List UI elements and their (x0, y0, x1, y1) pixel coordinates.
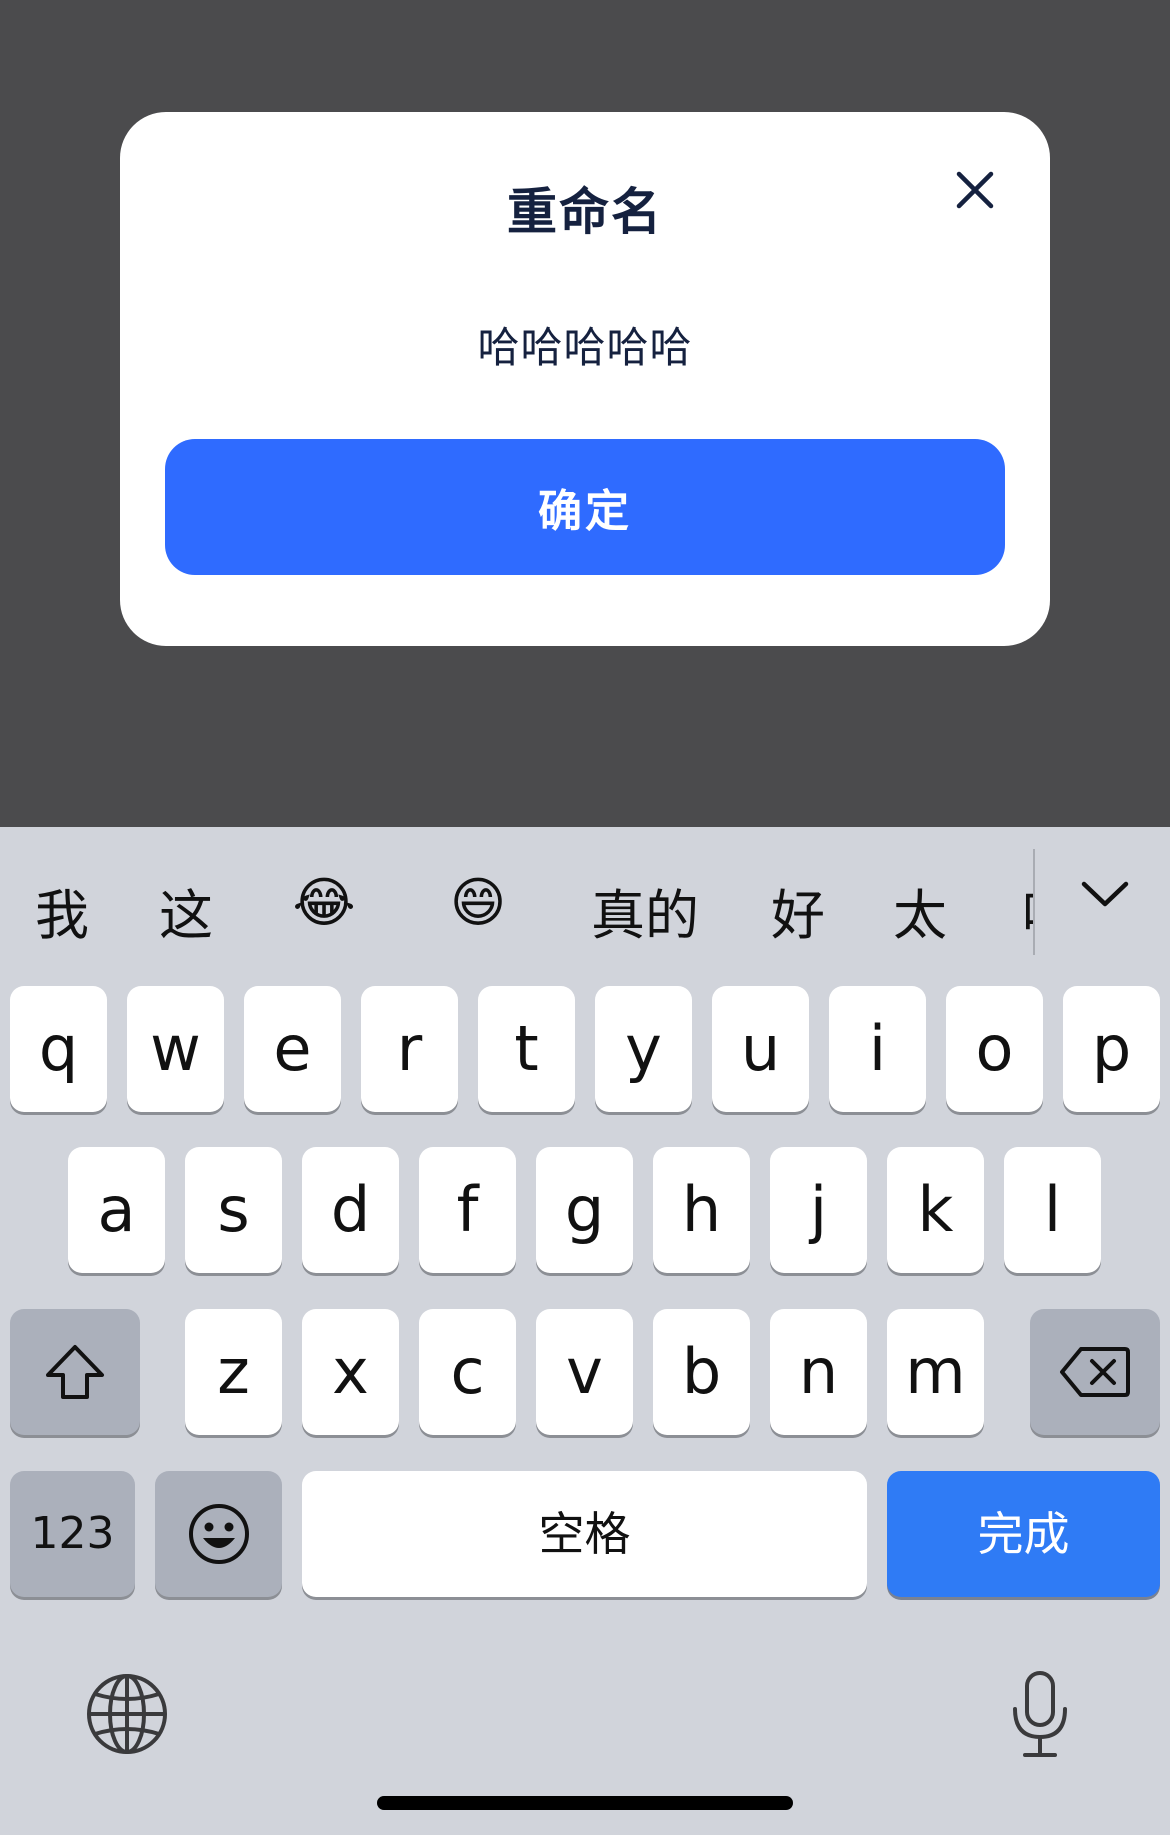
suggestion-item[interactable]: 😄 (450, 871, 506, 934)
key-label: e (273, 1012, 312, 1085)
key-label: i (868, 1012, 887, 1085)
key-a[interactable]: a (68, 1147, 165, 1273)
confirm-button[interactable]: 确定 (165, 439, 1005, 575)
suggestion-clip: 哈 (1015, 827, 1033, 977)
key-label: b (681, 1335, 722, 1408)
rename-input[interactable]: 哈哈哈哈哈 (120, 314, 1050, 375)
key-o[interactable]: o (946, 986, 1043, 1112)
key-c[interactable]: c (419, 1309, 516, 1435)
key-label: 完成 (977, 1507, 1070, 1561)
rename-dialog: 重命名 哈哈哈哈哈 确定 (120, 112, 1050, 646)
key-label: v (566, 1335, 603, 1408)
key-label: r (396, 1012, 423, 1085)
globe-button[interactable] (82, 1669, 172, 1759)
key-e[interactable]: e (244, 986, 341, 1112)
key-label: 空格 (538, 1507, 631, 1561)
key-label: p (1091, 1012, 1132, 1085)
key-b[interactable]: b (653, 1309, 750, 1435)
key-f[interactable]: f (419, 1147, 516, 1273)
key-z[interactable]: z (185, 1309, 282, 1435)
key-label: a (97, 1173, 136, 1246)
key-label: w (150, 1012, 201, 1085)
key-n[interactable]: n (770, 1309, 867, 1435)
suggestion-item[interactable]: 我 (35, 871, 89, 950)
key-label: t (514, 1012, 539, 1085)
key-d[interactable]: d (302, 1147, 399, 1273)
suggestion-item[interactable]: 😂 (292, 871, 355, 934)
shift-icon (46, 1345, 104, 1399)
key-i[interactable]: i (829, 986, 926, 1112)
suggestion-bar: 我 这 😂 😄 真的 好 太 哈 (0, 827, 1170, 977)
key-label: q (38, 1012, 79, 1085)
backspace-icon (1060, 1347, 1130, 1397)
emoji-key[interactable] (155, 1471, 282, 1597)
key-r[interactable]: r (361, 986, 458, 1112)
key-label: h (681, 1173, 722, 1246)
key-label: u (740, 1012, 781, 1085)
key-label: 123 (30, 1508, 115, 1559)
delete-key[interactable] (1030, 1309, 1160, 1435)
done-key[interactable]: 完成 (887, 1471, 1160, 1597)
shift-key[interactable] (10, 1309, 140, 1435)
space-key[interactable]: 空格 (302, 1471, 867, 1597)
keyboard: 我 这 😂 😄 真的 好 太 哈 q w e r t y u i o p a s… (0, 827, 1170, 1835)
suggestion-item[interactable]: 这 (159, 871, 213, 950)
key-y[interactable]: y (595, 986, 692, 1112)
dialog-title: 重命名 (507, 183, 663, 241)
globe-icon (87, 1674, 167, 1754)
key-q[interactable]: q (10, 986, 107, 1112)
key-label: g (564, 1173, 605, 1246)
microphone-icon (1013, 1671, 1067, 1757)
key-s[interactable]: s (185, 1147, 282, 1273)
emoji-icon (188, 1504, 249, 1564)
suggestion-item[interactable]: 真的 (591, 871, 699, 950)
key-h[interactable]: h (653, 1147, 750, 1273)
key-label: c (450, 1335, 485, 1408)
key-j[interactable]: j (770, 1147, 867, 1273)
key-label: k (917, 1173, 954, 1246)
expand-suggestions-button[interactable] (1072, 869, 1138, 919)
key-p[interactable]: p (1063, 986, 1160, 1112)
key-label: m (905, 1335, 966, 1408)
close-button[interactable] (945, 160, 1005, 220)
key-label: x (332, 1335, 369, 1408)
numbers-key[interactable]: 123 (10, 1471, 135, 1597)
key-label: s (217, 1173, 250, 1246)
suggestion-item[interactable]: 哈 (1022, 871, 1033, 950)
chevron-down-icon (1081, 881, 1129, 907)
suggestion-item[interactable]: 好 (771, 871, 825, 950)
key-label: d (330, 1173, 371, 1246)
key-label: o (975, 1012, 1014, 1085)
suggestion-divider (1033, 849, 1035, 955)
key-t[interactable]: t (478, 986, 575, 1112)
key-label: n (798, 1335, 839, 1408)
suggestion-item[interactable]: 太 (893, 871, 947, 950)
key-k[interactable]: k (887, 1147, 984, 1273)
key-m[interactable]: m (887, 1309, 984, 1435)
key-label: l (1043, 1173, 1062, 1246)
key-w[interactable]: w (127, 986, 224, 1112)
key-v[interactable]: v (536, 1309, 633, 1435)
close-icon (956, 171, 994, 209)
home-indicator (377, 1796, 793, 1810)
key-label: j (809, 1173, 828, 1246)
key-label: y (625, 1012, 662, 1085)
key-l[interactable]: l (1004, 1147, 1101, 1273)
key-x[interactable]: x (302, 1309, 399, 1435)
key-u[interactable]: u (712, 986, 809, 1112)
key-label: f (456, 1173, 479, 1246)
microphone-button[interactable] (1000, 1665, 1080, 1765)
key-g[interactable]: g (536, 1147, 633, 1273)
key-label: z (217, 1335, 250, 1408)
